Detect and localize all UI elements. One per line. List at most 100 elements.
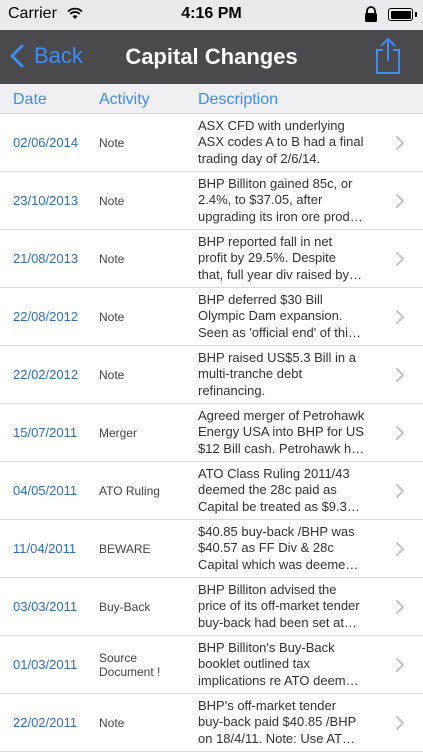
row-activity: Merger bbox=[99, 425, 138, 440]
column-header-activity[interactable]: Activity bbox=[99, 91, 150, 109]
description-line: Capital which was deeme… bbox=[198, 556, 359, 572]
description-line: upgrading its iron ore prod… bbox=[198, 208, 363, 224]
list-item[interactable]: 22/02/2011 Note BHP's off-market tender buy… bbox=[0, 694, 423, 752]
description-line: booklet outlined tax bbox=[198, 656, 311, 672]
row-date: 21/08/2013 bbox=[13, 251, 79, 266]
chevron-right-icon bbox=[396, 600, 404, 614]
row-description: BHP Billiton's Buy-Back booklet outlined … bbox=[198, 640, 378, 690]
description-line: profit by 29.5%. Despite bbox=[198, 250, 337, 266]
row-description: BHP raised US$5.3 Bill in a multi-tranche… bbox=[198, 350, 378, 400]
share-button[interactable] bbox=[373, 36, 403, 81]
description-line: trading day of 2/6/14. bbox=[198, 150, 321, 166]
row-date: 22/02/2012 bbox=[13, 367, 79, 382]
column-header: Date Activity Description bbox=[0, 84, 423, 114]
row-date: 04/05/2011 bbox=[13, 483, 78, 498]
battery-icon bbox=[388, 8, 417, 21]
back-button[interactable]: Back bbox=[10, 40, 83, 72]
description-line: on 18/4/11. Note: Use AT… bbox=[198, 730, 356, 746]
description-line: $40.57 as FF Div & 28c bbox=[198, 540, 334, 556]
description-line: Agreed merger of Petrohawk bbox=[198, 408, 365, 423]
description-line: BHP Billiton gained 85c, or bbox=[198, 176, 353, 191]
list-item[interactable]: 23/10/2013 Note BHP Billiton gained 85c, o… bbox=[0, 172, 423, 230]
row-description: ATO Class Ruling 2011/43 deemed the 28c p… bbox=[198, 466, 378, 516]
chevron-left-icon bbox=[10, 44, 24, 68]
chevron-right-icon bbox=[396, 426, 404, 440]
description-line: buy-back had been set at… bbox=[198, 614, 357, 630]
status-time: 4:16 PM bbox=[181, 5, 242, 22]
column-header-description[interactable]: Description bbox=[198, 91, 278, 109]
description-line: Energy USA into BHP for US bbox=[198, 424, 364, 440]
description-line: implications re ATO deem… bbox=[198, 672, 359, 688]
chevron-right-icon bbox=[396, 368, 404, 382]
row-description: BHP Billiton advised the price of its off… bbox=[198, 582, 378, 632]
description-line: Seen as 'official end' of thi… bbox=[198, 324, 361, 340]
list-item[interactable]: 01/03/2011 Source Document ! BHP Billiton'… bbox=[0, 636, 423, 694]
share-icon bbox=[376, 37, 400, 74]
row-activity: Source Document ! bbox=[99, 650, 161, 679]
row-description: ASX CFD with underlying ASX codes A to B … bbox=[198, 118, 378, 168]
description-line: refinancing. bbox=[198, 382, 266, 398]
row-activity: Note bbox=[99, 715, 125, 730]
description-line: multi-tranche debt bbox=[198, 366, 303, 382]
list-item[interactable]: 11/04/2011 BEWARE $40.85 buy-back /BHP was… bbox=[0, 520, 423, 578]
row-date: 22/02/2011 bbox=[13, 715, 78, 730]
row-description: BHP Billiton gained 85c, or 2.4%, to $37.… bbox=[198, 176, 378, 226]
row-activity: Note bbox=[99, 367, 125, 382]
list-item[interactable]: 04/05/2011 ATO Ruling ATO Class Ruling 201… bbox=[0, 462, 423, 520]
description-line: BHP raised US$5.3 Bill in a bbox=[198, 350, 357, 365]
chevron-right-icon bbox=[396, 484, 404, 498]
description-line: $12 Bill cash. Petrohawk h… bbox=[198, 440, 365, 456]
row-activity: Note bbox=[99, 251, 125, 266]
row-description: BHP reported fall in net profit by 29.5%.… bbox=[198, 234, 378, 284]
row-date: 11/04/2011 bbox=[13, 541, 77, 556]
chevron-right-icon bbox=[396, 658, 404, 672]
row-activity: Note bbox=[99, 135, 125, 150]
description-line: BHP Billiton advised the bbox=[198, 582, 337, 597]
chevron-right-icon bbox=[396, 252, 404, 266]
row-activity: Note bbox=[99, 193, 125, 208]
row-activity: BEWARE bbox=[99, 541, 151, 556]
row-description: $40.85 buy-back /BHP was $40.57 as FF Div… bbox=[198, 524, 378, 574]
row-date: 22/08/2012 bbox=[13, 309, 79, 324]
description-line: Capital be treated as $9.3… bbox=[198, 498, 360, 514]
row-date: 23/10/2013 bbox=[13, 193, 79, 208]
description-line: 2.4%, to $37.05, after bbox=[198, 192, 323, 208]
description-line: BHP reported fall in net bbox=[198, 234, 333, 249]
list-item[interactable]: 15/07/2011 Merger Agreed merger of Petroha… bbox=[0, 404, 423, 462]
chevron-right-icon bbox=[396, 136, 404, 150]
row-date: 01/03/2011 bbox=[13, 657, 78, 672]
chevron-right-icon bbox=[396, 310, 404, 324]
description-line: ASX codes A to B had a final bbox=[198, 134, 364, 150]
description-line: deemed the 28c paid as bbox=[198, 482, 337, 498]
list-item[interactable]: 02/06/2014 Note ASX CFD with underlying ASX… bbox=[0, 114, 423, 172]
row-activity: Buy-Back bbox=[99, 599, 151, 614]
row-date: 02/06/2014 bbox=[13, 135, 79, 150]
description-line: Olympic Dam expansion. bbox=[198, 308, 343, 324]
back-label: Back bbox=[34, 43, 83, 68]
description-line: $40.85 buy-back /BHP was bbox=[198, 524, 355, 539]
row-activity: ATO Ruling bbox=[99, 483, 160, 498]
list-item[interactable]: 22/08/2012 Note BHP deferred $30 Bill Olymp… bbox=[0, 288, 423, 346]
description-line: buy-back paid $40.85 /BHP bbox=[198, 714, 357, 730]
list-item[interactable]: 03/03/2011 Buy-Back BHP Billiton advised t… bbox=[0, 578, 423, 636]
row-date: 15/07/2011 bbox=[13, 425, 78, 440]
row-description: Agreed merger of Petrohawk Energy USA int… bbox=[198, 408, 378, 458]
row-date: 03/03/2011 bbox=[13, 599, 78, 614]
description-line: BHP Billiton's Buy-Back bbox=[198, 640, 335, 655]
list-item[interactable]: 21/08/2013 Note BHP reported fall in net pr… bbox=[0, 230, 423, 288]
chevron-right-icon bbox=[396, 542, 404, 556]
list-item[interactable]: 22/02/2012 Note BHP raised US$5.3 Bill in … bbox=[0, 346, 423, 404]
description-line: ASX CFD with underlying bbox=[198, 118, 345, 133]
description-line: ATO Class Ruling 2011/43 bbox=[198, 466, 350, 481]
row-description: BHP's off-market tender buy-back paid $40… bbox=[198, 698, 378, 748]
description-line: BHP's off-market tender bbox=[198, 698, 337, 713]
chevron-right-icon bbox=[396, 194, 404, 208]
row-description: BHP deferred $30 Bill Olympic Dam expansi… bbox=[198, 292, 378, 342]
description-line: price of its off-market tender bbox=[198, 598, 360, 614]
rotation-lock-icon bbox=[363, 5, 379, 28]
status-bar: Carrier 4:16 PM bbox=[0, 0, 423, 30]
row-activity: Note bbox=[99, 309, 125, 324]
column-header-date[interactable]: Date bbox=[13, 91, 47, 109]
navigation-bar: Back Capital Changes bbox=[0, 30, 423, 84]
description-line: BHP deferred $30 Bill bbox=[198, 292, 323, 307]
